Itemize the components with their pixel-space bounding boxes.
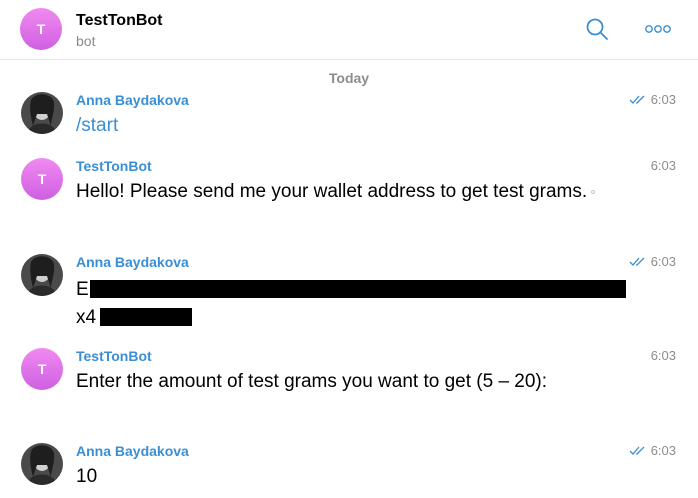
message-text: 10 — [76, 466, 98, 487]
double-check-icon — [629, 257, 645, 266]
search-button[interactable] — [582, 14, 612, 44]
chat-subtitle: bot — [76, 33, 96, 49]
bot-avatar[interactable]: T — [20, 8, 62, 50]
message-time: 6:03 — [650, 158, 676, 173]
user-avatar[interactable] — [21, 254, 63, 296]
more-button[interactable] — [643, 14, 673, 44]
sender-name[interactable]: Anna Baydakova — [76, 92, 189, 108]
avatar-letter: T — [37, 361, 47, 377]
message: T TestTonBot Hello! Please send me your … — [0, 158, 698, 238]
user-avatar[interactable] — [21, 92, 63, 134]
more-icon — [645, 25, 671, 33]
message-time: 6:03 — [650, 348, 676, 363]
message-text: Enter the amount of test grams you want … — [76, 371, 548, 392]
message-meta: 6:03 — [629, 443, 676, 458]
unread-dot-icon — [591, 189, 596, 194]
message-text[interactable]: /start — [76, 112, 636, 139]
chat-header: T TestTonBot bot — [0, 0, 698, 60]
message-text: Hello! Please send me your wallet addres… — [76, 178, 606, 205]
redaction-bar — [90, 280, 626, 298]
message: T TestTonBot Enter the amount of test gr… — [0, 348, 698, 428]
message-meta: 6:03 — [629, 254, 676, 269]
date-separator: Today — [328, 70, 370, 86]
message-time: 6:03 — [650, 254, 676, 269]
message: Anna Baydakova 10 6:03 — [0, 443, 698, 493]
message: Anna Baydakova E x4 6:03 — [0, 254, 698, 330]
bot-avatar[interactable]: T — [21, 348, 63, 390]
double-check-icon — [629, 446, 645, 455]
chat-title[interactable]: TestTonBot — [76, 12, 163, 30]
message-time: 6:03 — [650, 443, 676, 458]
message-meta: 6:03 — [629, 92, 676, 107]
avatar-letter: T — [37, 171, 47, 187]
bot-avatar[interactable]: T — [21, 158, 63, 200]
user-avatar[interactable] — [21, 443, 63, 485]
sender-name[interactable]: TestTonBot — [76, 158, 152, 174]
message-meta: 6:03 — [651, 348, 676, 363]
message: Anna Baydakova /start 6:03 — [0, 92, 698, 142]
sender-name[interactable]: Anna Baydakova — [76, 254, 189, 270]
message-meta: 6:03 — [651, 158, 676, 173]
sender-name[interactable]: TestTonBot — [76, 348, 152, 364]
sender-name[interactable]: Anna Baydakova — [76, 443, 189, 459]
redaction-bar — [100, 308, 192, 326]
avatar-letter: T — [36, 21, 46, 37]
message-time: 6:03 — [650, 92, 676, 107]
double-check-icon — [629, 95, 645, 104]
search-icon — [586, 18, 608, 40]
